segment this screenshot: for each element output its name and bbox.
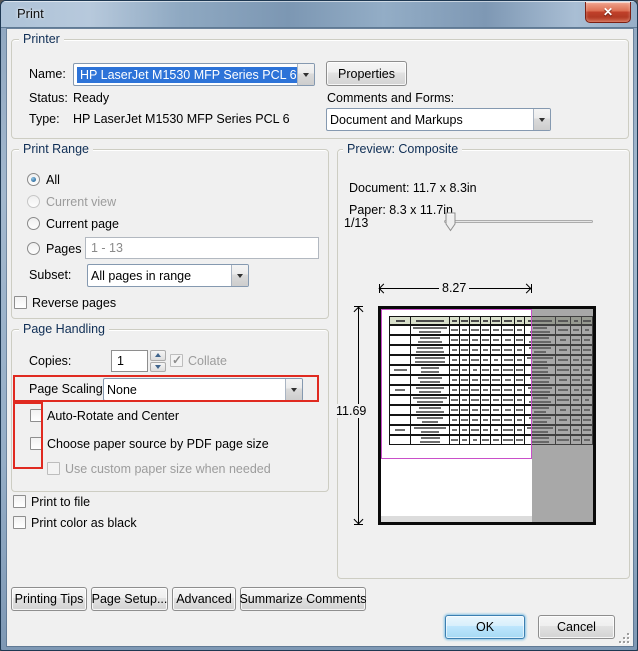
current-view-radio [27,195,40,208]
arrow-down-icon [155,365,161,369]
printer-type-value: HP LaserJet M1530 MFP Series PCL 6 [73,112,290,126]
subset-value: All pages in range [88,265,231,286]
printer-name-combo-arrow[interactable] [297,64,314,85]
chevron-down-icon [539,118,545,122]
page-handling-group-label: Page Handling [19,322,109,336]
preview-page-indicator: 1/13 [344,216,368,230]
subset-combo[interactable]: All pages in range [87,264,249,287]
custom-paper-label: Use custom paper size when needed [65,462,271,476]
summarize-comments-button[interactable]: Summarize Comments [240,587,366,611]
pages-radio[interactable] [27,242,40,255]
window-title: Print [17,6,44,21]
annotation-rect-checkboxes [13,402,43,469]
all-radio-label[interactable]: All [46,173,60,187]
resize-grip[interactable] [619,633,621,635]
paper-source-label[interactable]: Choose paper source by PDF page size [47,437,269,451]
stepper-down-button[interactable] [150,362,166,373]
comments-forms-label: Comments and Forms: [327,91,454,105]
preview-paper-size: Paper: 8.3 x 11.7in [349,203,453,217]
printer-name-label: Name: [29,67,66,81]
close-icon: ✕ [603,6,613,18]
comments-forms-combo-arrow[interactable] [533,109,550,130]
close-button[interactable]: ✕ [585,2,631,23]
cancel-button[interactable]: Cancel [538,615,615,639]
preview-page [378,306,596,525]
comments-forms-value: Document and Markups [327,109,533,130]
copies-stepper[interactable] [150,350,166,372]
current-page-label[interactable]: Current page [46,217,119,231]
copies-label: Copies: [29,354,71,368]
printer-status-label: Status: [29,91,68,105]
properties-button[interactable]: Properties [326,61,407,86]
comments-forms-combo[interactable]: Document and Markups [326,108,551,131]
pages-radio-label[interactable]: Pages [46,242,81,256]
current-page-radio[interactable] [27,217,40,230]
print-range-group-label: Print Range [19,142,93,156]
reverse-pages-label[interactable]: Reverse pages [32,296,116,310]
printer-type-label: Type: [29,112,60,126]
annotation-rect-page-scaling [13,375,319,402]
subset-label: Subset: [29,268,71,282]
auto-rotate-label[interactable]: Auto-Rotate and Center [47,409,179,423]
subset-combo-arrow[interactable] [231,265,248,286]
clipped-region-overlay [532,309,593,522]
page-setup-button[interactable]: Page Setup... [91,587,168,611]
width-dim-label: 8.27 [439,281,469,295]
copies-input[interactable]: 1 [111,350,148,372]
print-to-file-label[interactable]: Print to file [31,495,90,509]
stepper-up-button[interactable] [150,350,166,361]
arrow-up-icon [155,353,161,357]
chevron-down-icon [303,73,309,77]
print-color-black-checkbox[interactable] [13,516,26,529]
current-view-label: Current view [46,195,116,209]
page-bottom-shade [381,516,532,522]
printing-tips-button[interactable]: Printing Tips [11,587,87,611]
printer-name-combo[interactable]: HP LaserJet M1530 MFP Series PCL 6 [73,63,315,86]
printer-status-value: Ready [73,91,109,105]
custom-paper-checkbox [47,462,60,475]
pages-input[interactable]: 1 - 13 [85,237,319,259]
page-slider-track[interactable] [444,220,593,223]
height-dim-label: 11.69 [333,404,369,418]
page-slider-thumb[interactable] [445,212,457,232]
print-dialog: Print ✕ Printer Name: HP LaserJet M1530 … [0,0,638,651]
preview-document-size: Document: 11.7 x 8.3in [349,181,477,195]
all-radio[interactable] [27,173,40,186]
document-bounds-outline [381,309,532,459]
collate-checkbox [170,354,183,367]
print-to-file-checkbox[interactable] [13,495,26,508]
preview-group-label: Preview: Composite [343,142,462,156]
collate-label: Collate [188,354,227,368]
print-color-black-label[interactable]: Print color as black [31,516,137,530]
ok-button[interactable]: OK [445,615,525,639]
printer-group-label: Printer [19,32,64,46]
reverse-pages-checkbox[interactable] [14,296,27,309]
printer-name-value: HP LaserJet M1530 MFP Series PCL 6 [77,67,297,83]
title-bar[interactable]: Print [1,1,638,28]
chevron-down-icon [237,274,243,278]
advanced-button[interactable]: Advanced [172,587,236,611]
